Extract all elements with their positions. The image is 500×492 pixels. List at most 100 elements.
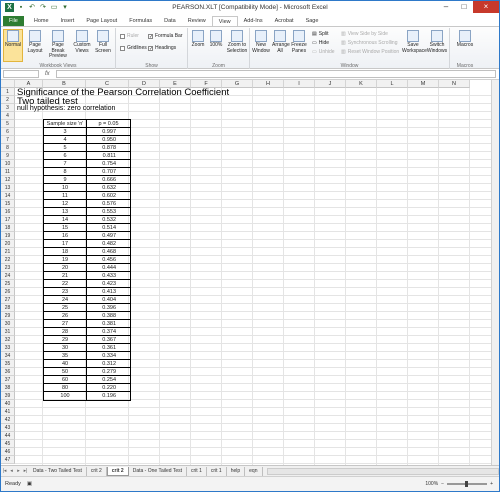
critical-value-cell[interactable]: 0.553 — [87, 208, 130, 216]
sample-size-cell[interactable]: 35 — [44, 352, 87, 360]
row-header[interactable]: 16 — [1, 208, 15, 216]
normal-view-button[interactable]: Normal — [3, 29, 23, 62]
sample-size-cell[interactable]: 27 — [44, 320, 87, 328]
tab-review[interactable]: Review — [182, 16, 212, 26]
row-header[interactable]: 38 — [1, 384, 15, 392]
row-header[interactable]: 23 — [1, 264, 15, 272]
sample-size-cell[interactable]: 40 — [44, 360, 87, 368]
column-header[interactable]: K — [346, 80, 377, 88]
critical-value-cell[interactable]: 0.632 — [87, 184, 130, 192]
row-header[interactable]: 47 — [1, 456, 15, 464]
sample-size-cell[interactable]: 60 — [44, 376, 87, 384]
row-header[interactable]: 43 — [1, 424, 15, 432]
split-button[interactable]: ▤ Split — [312, 31, 328, 37]
freeze-panes-button[interactable]: Freeze Panes — [290, 30, 308, 54]
row-header[interactable]: 35 — [1, 360, 15, 368]
row-header[interactable]: 6 — [1, 128, 15, 136]
tab-sage[interactable]: Sage — [300, 16, 325, 26]
column-header[interactable]: A — [15, 80, 43, 88]
row-header[interactable]: 33 — [1, 344, 15, 352]
column-header[interactable]: C — [86, 80, 129, 88]
critical-value-cell[interactable]: 0.482 — [87, 240, 130, 248]
ruler-checkbox[interactable]: Ruler — [120, 33, 139, 39]
sample-size-cell[interactable]: 22 — [44, 280, 87, 288]
last-sheet-icon[interactable]: ▸| — [22, 468, 29, 474]
switch-windows-button[interactable]: Switch Windows — [426, 30, 448, 54]
row-header[interactable]: 25 — [1, 280, 15, 288]
critical-value-cell[interactable]: 0.220 — [87, 384, 130, 392]
zoom-100-button[interactable]: 100% — [208, 30, 224, 49]
formula-bar-checkbox[interactable]: ✓ Formula Bar — [148, 33, 183, 39]
sample-size-cell[interactable]: 12 — [44, 200, 87, 208]
critical-value-cell[interactable]: 0.423 — [87, 280, 130, 288]
row-header[interactable]: 13 — [1, 184, 15, 192]
row-header[interactable]: 46 — [1, 448, 15, 456]
sheet-tab-crit-2-active[interactable]: crit 2 — [106, 466, 129, 476]
row-header[interactable]: 29 — [1, 312, 15, 320]
sample-size-cell[interactable]: 15 — [44, 224, 87, 232]
headings-checkbox[interactable]: ✓ Headings — [148, 45, 176, 51]
sample-size-cell[interactable]: 3 — [44, 128, 87, 136]
row-header[interactable]: 1 — [1, 88, 15, 96]
horizontal-scrollbar[interactable] — [266, 467, 499, 475]
zoom-out-icon[interactable]: − — [441, 481, 444, 487]
zoom-in-icon[interactable]: + — [490, 481, 493, 487]
critical-value-cell[interactable]: 0.456 — [87, 256, 130, 264]
row-header[interactable]: 30 — [1, 320, 15, 328]
sample-size-cell[interactable]: 11 — [44, 192, 87, 200]
new-window-button[interactable]: New Window — [252, 30, 270, 54]
sample-size-cell[interactable]: 100 — [44, 392, 87, 400]
row-header[interactable]: 15 — [1, 200, 15, 208]
formula-input[interactable] — [55, 70, 496, 78]
critical-value-cell[interactable]: 0.374 — [87, 328, 130, 336]
sample-size-cell[interactable]: 16 — [44, 232, 87, 240]
row-header[interactable]: 9 — [1, 152, 15, 160]
gridlines-checkbox[interactable]: Gridlines — [120, 45, 147, 51]
row-header[interactable]: 32 — [1, 336, 15, 344]
sheet-tab-data-one-tailed[interactable]: Data - One Tailed Test — [129, 466, 188, 476]
column-header[interactable]: L — [377, 80, 408, 88]
close-icon[interactable]: × — [473, 1, 499, 13]
critical-value-cell[interactable]: 0.413 — [87, 288, 130, 296]
tab-home[interactable]: Home — [28, 16, 55, 26]
critical-value-cell[interactable]: 0.602 — [87, 192, 130, 200]
sample-size-cell[interactable]: 7 — [44, 160, 87, 168]
row-header[interactable]: 24 — [1, 272, 15, 280]
critical-value-cell[interactable]: 0.433 — [87, 272, 130, 280]
sheet-tab-help[interactable]: help — [227, 466, 246, 476]
row-header[interactable]: 31 — [1, 328, 15, 336]
sample-size-cell[interactable]: 28 — [44, 328, 87, 336]
maximize-icon[interactable]: □ — [455, 1, 473, 13]
prev-sheet-icon[interactable]: ◂ — [8, 468, 15, 474]
sample-size-cell[interactable]: 50 — [44, 368, 87, 376]
sample-size-cell[interactable]: 13 — [44, 208, 87, 216]
macros-button[interactable]: Macros — [454, 30, 476, 49]
row-header[interactable]: 34 — [1, 352, 15, 360]
tab-formulas[interactable]: Formulas — [123, 16, 158, 26]
zoom-button[interactable]: Zoom — [190, 30, 206, 49]
sample-size-cell[interactable]: 9 — [44, 176, 87, 184]
select-all-corner[interactable] — [1, 80, 15, 88]
unhide-button[interactable]: ▭ Unhide — [312, 49, 335, 55]
column-header[interactable]: I — [284, 80, 315, 88]
critical-value-cell[interactable]: 0.381 — [87, 320, 130, 328]
column-header[interactable]: H — [253, 80, 284, 88]
critical-value-cell[interactable]: 0.878 — [87, 144, 130, 152]
critical-value-cell[interactable]: 0.576 — [87, 200, 130, 208]
column-header[interactable]: N — [439, 80, 470, 88]
tab-view[interactable]: View — [211, 16, 238, 26]
row-header[interactable]: 7 — [1, 136, 15, 144]
critical-value-cell[interactable]: 0.811 — [87, 152, 130, 160]
row-header[interactable]: 4 — [1, 112, 15, 120]
critical-value-cell[interactable]: 0.497 — [87, 232, 130, 240]
critical-value-cell[interactable]: 0.334 — [87, 352, 130, 360]
zoom-slider[interactable] — [447, 481, 488, 487]
tab-file[interactable]: File — [3, 16, 24, 26]
sample-size-cell[interactable]: 25 — [44, 304, 87, 312]
sheet-tab-eqn[interactable]: eqn — [245, 466, 263, 476]
sample-size-cell[interactable]: 21 — [44, 272, 87, 280]
custom-views-button[interactable]: Custom Views — [73, 30, 91, 54]
critical-value-cell[interactable]: 0.361 — [87, 344, 130, 352]
tab-page-layout[interactable]: Page Layout — [80, 16, 123, 26]
row-header[interactable]: 17 — [1, 216, 15, 224]
